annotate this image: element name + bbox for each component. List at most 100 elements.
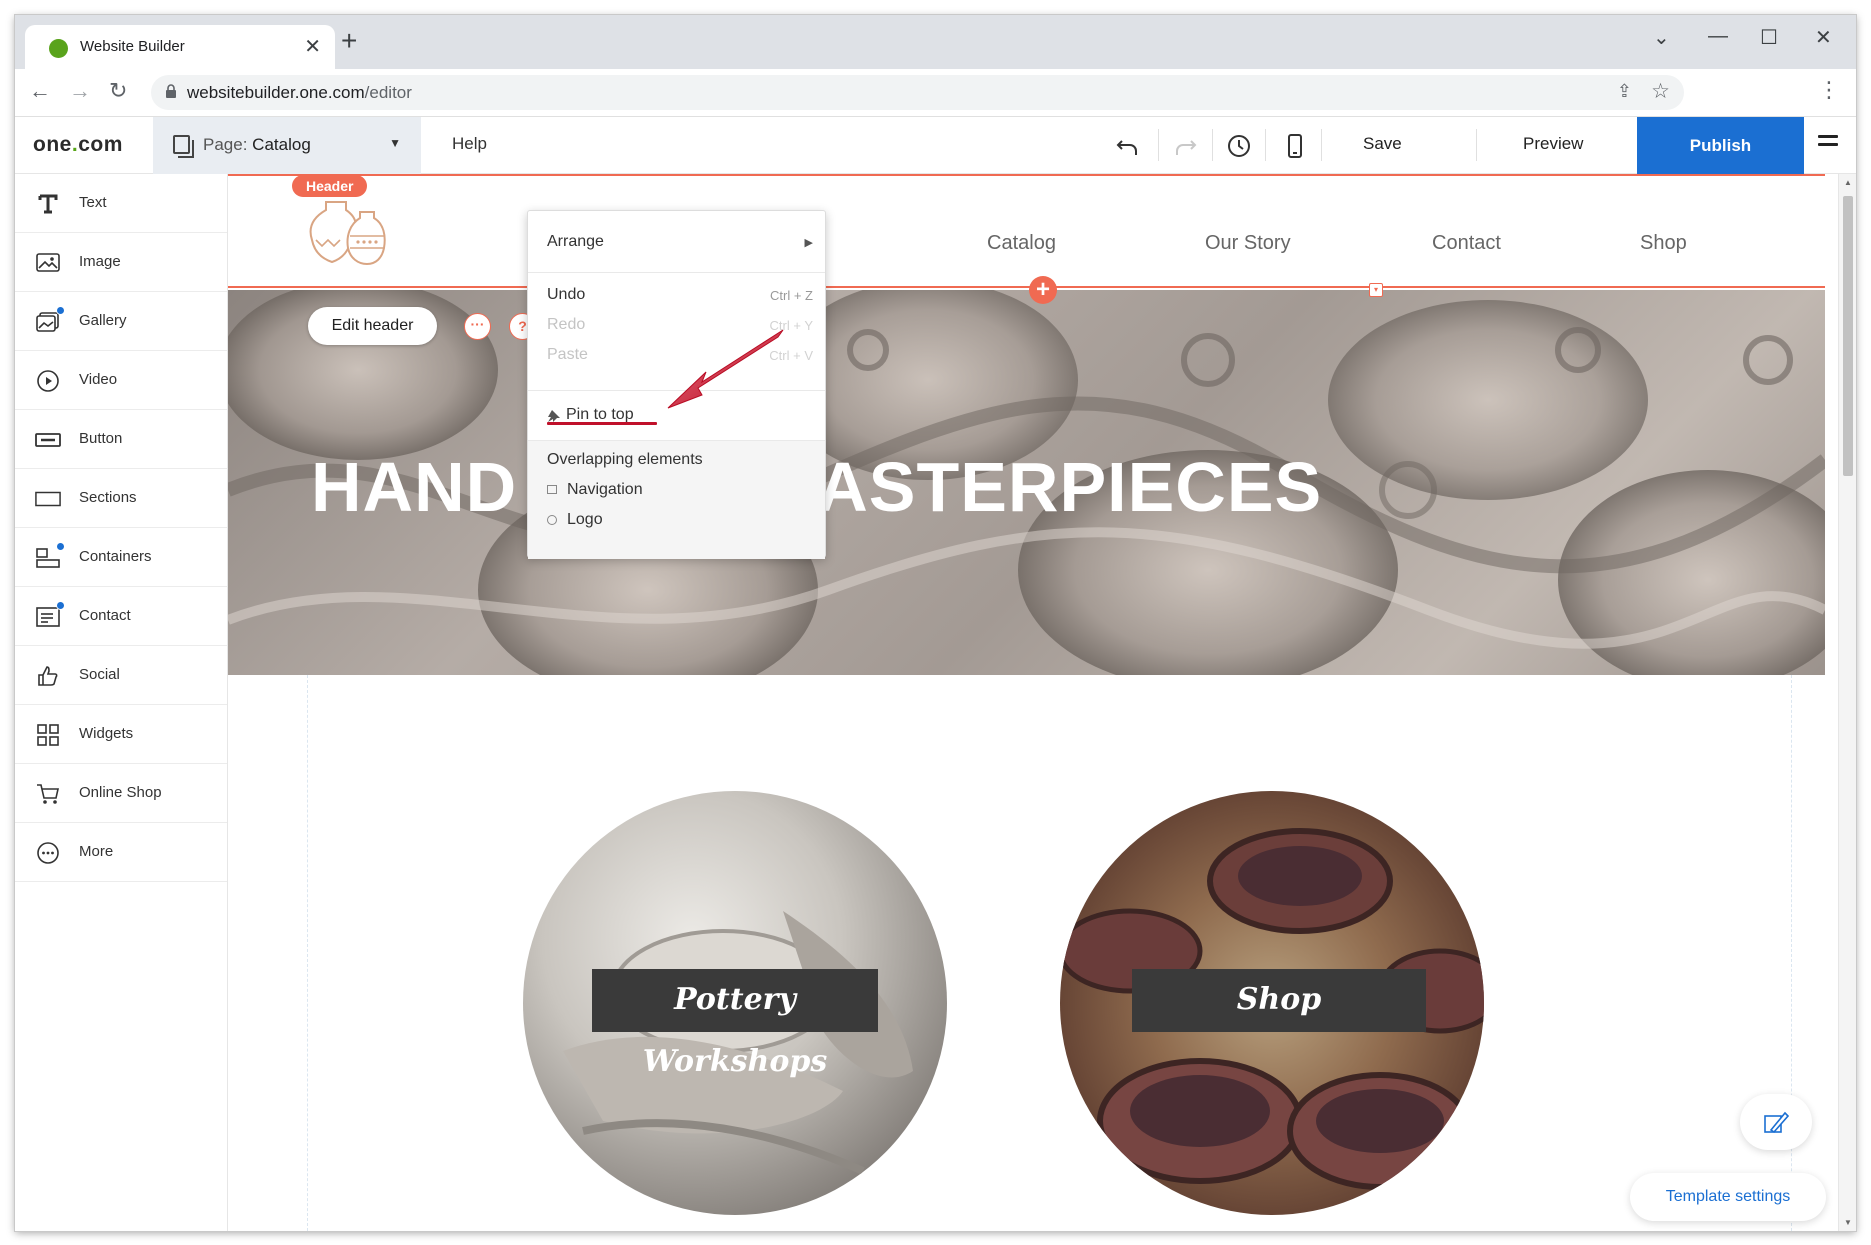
sidebar-item-online-shop[interactable]: Online Shop [15,764,227,823]
help-menu[interactable]: Help [452,134,487,154]
browser-window: Website Builder ✕ + ⌄ — ☐ ✕ ← → ↻ websit… [15,15,1856,1231]
site-header[interactable]: Catalog Our Story Contact Shop [228,174,1825,288]
vase-logo-icon[interactable] [308,196,388,276]
bookmark-star-icon[interactable]: ☆ [1651,79,1670,104]
menu-item-undo[interactable]: Undo Ctrl + Z [528,278,825,312]
overlap-item-navigation[interactable]: Navigation [528,473,825,507]
toolbar-divider [1476,129,1477,161]
save-button[interactable]: Save [1363,134,1402,154]
layout-guide [307,675,308,1231]
page-selector[interactable]: Page: Catalog ▼ [153,117,421,174]
browser-menu-icon[interactable]: ⋮ [1818,77,1840,103]
menu-divider [528,390,825,391]
close-tab-icon[interactable]: ✕ [304,34,321,59]
section-settings-icon[interactable]: ▾ [1369,283,1383,297]
new-tab-icon[interactable]: + [341,27,357,55]
nav-link-catalog[interactable]: Catalog [987,232,1056,255]
sections-icon [35,486,61,512]
url-text: websitebuilder.one.com/editor [187,83,412,102]
sidebar-item-gallery[interactable]: Gallery [15,292,227,351]
nav-link-shop[interactable]: Shop [1640,232,1687,255]
toolbar-divider [1212,129,1213,161]
sidebar-item-containers[interactable]: Containers [15,528,227,587]
button-icon [35,427,61,453]
preview-button[interactable]: Preview [1523,134,1583,154]
template-design-icon [1764,1111,1789,1134]
tab-search-icon[interactable]: ⌄ [1653,25,1670,50]
nav-link-contact[interactable]: Contact [1432,232,1501,255]
editor-canvas: Header Catalog Our Story Contact Shop + … [228,174,1838,1231]
sidebar-item-image[interactable]: Image [15,233,227,292]
minimize-icon[interactable]: — [1708,25,1728,48]
hamburger-menu-icon[interactable] [1818,135,1838,155]
image-icon [35,250,61,276]
overlapping-elements-section: Overlapping elements Navigation Logo [528,440,825,559]
add-section-button[interactable]: + [1029,276,1057,304]
submenu-arrow-icon: ▶ [804,237,813,249]
page-scrollbar[interactable]: ▲ ▼ [1838,174,1856,1231]
url-field[interactable]: websitebuilder.one.com/editor ⇪ ☆ [151,75,1684,110]
overlap-item-logo[interactable]: Logo [528,503,825,537]
sidebar-item-video[interactable]: Video [15,351,227,410]
scroll-down-icon[interactable]: ▼ [1844,1218,1852,1227]
template-settings-button[interactable]: Template settings [1630,1173,1826,1221]
overlapping-elements-title: Overlapping elements [547,451,703,468]
pin-icon [548,410,560,422]
back-icon[interactable]: ← [29,78,51,104]
social-icon [35,663,61,689]
address-bar-row: ← → ↻ websitebuilder.one.com/editor ⇪ ☆ … [15,69,1856,117]
new-badge [56,306,65,315]
history-icon[interactable] [1222,129,1256,163]
pin-underline-annotation [547,422,657,425]
tab-strip: Website Builder ✕ + ⌄ — ☐ ✕ [15,15,1856,69]
navigation-element-icon [547,485,557,494]
nav-link-our-story[interactable]: Our Story [1205,232,1291,255]
browser-tab[interactable]: Website Builder ✕ [25,25,335,69]
reload-icon[interactable]: ↻ [109,78,127,104]
menu-item-redo[interactable]: Redo Ctrl + Y [528,308,825,342]
more-options-icon[interactable]: ··· [464,313,491,340]
favicon-icon [49,39,68,58]
cart-icon [35,781,61,807]
publish-button[interactable]: Publish [1637,117,1804,174]
mobile-view-icon[interactable] [1278,129,1312,163]
new-badge [56,542,65,551]
pottery-workshops-label[interactable]: Pottery Workshops [592,969,878,1079]
context-menu: Arrange ▶ Undo Ctrl + Z Redo Ctrl + Y Pa… [527,210,826,559]
scroll-up-icon[interactable]: ▲ [1844,178,1852,187]
lock-icon [166,84,176,98]
toolbar-divider [1158,129,1159,161]
shop-label[interactable]: Shop [1132,969,1426,1032]
maximize-icon[interactable]: ☐ [1760,25,1778,50]
template-style-button[interactable] [1740,1094,1812,1150]
close-window-icon[interactable]: ✕ [1815,25,1832,50]
menu-item-arrange[interactable]: Arrange ▶ [528,225,825,259]
edit-header-button[interactable]: Edit header [308,307,437,345]
sidebar-item-sections[interactable]: Sections [15,469,227,528]
menu-item-paste[interactable]: Paste Ctrl + V [528,338,825,372]
scrollbar-thumb[interactable] [1843,196,1853,476]
sidebar-item-button[interactable]: Button [15,410,227,469]
chevron-down-icon: ▼ [389,136,401,150]
sidebar-item-text[interactable]: Text [15,174,227,233]
page-selector-label: Page: Catalog [203,135,311,154]
pages-icon [173,135,194,158]
share-icon[interactable]: ⇪ [1617,81,1632,102]
editor-toolbar: one.com Page: Catalog ▼ Help Save Previe… [15,117,1856,174]
sidebar-item-social[interactable]: Social [15,646,227,705]
toolbar-divider [1265,129,1266,161]
sidebar-item-more[interactable]: More [15,823,227,882]
video-icon [35,368,61,394]
hero-section[interactable]: HAND ASTERPIECES [228,290,1825,675]
undo-icon[interactable] [1111,129,1145,163]
sidebar-item-widgets[interactable]: Widgets [15,705,227,764]
sidebar-item-contact[interactable]: Contact [15,587,227,646]
tab-title: Website Builder [80,38,185,55]
new-badge [56,601,65,610]
elements-sidebar: Text Image Gallery Video Button Sections… [15,174,228,1231]
forward-icon[interactable]: → [69,78,91,104]
menu-divider [528,440,825,441]
menu-item-pin-to-top[interactable]: Pin to top [528,398,825,432]
widgets-icon [35,722,61,748]
redo-icon[interactable] [1168,129,1202,163]
